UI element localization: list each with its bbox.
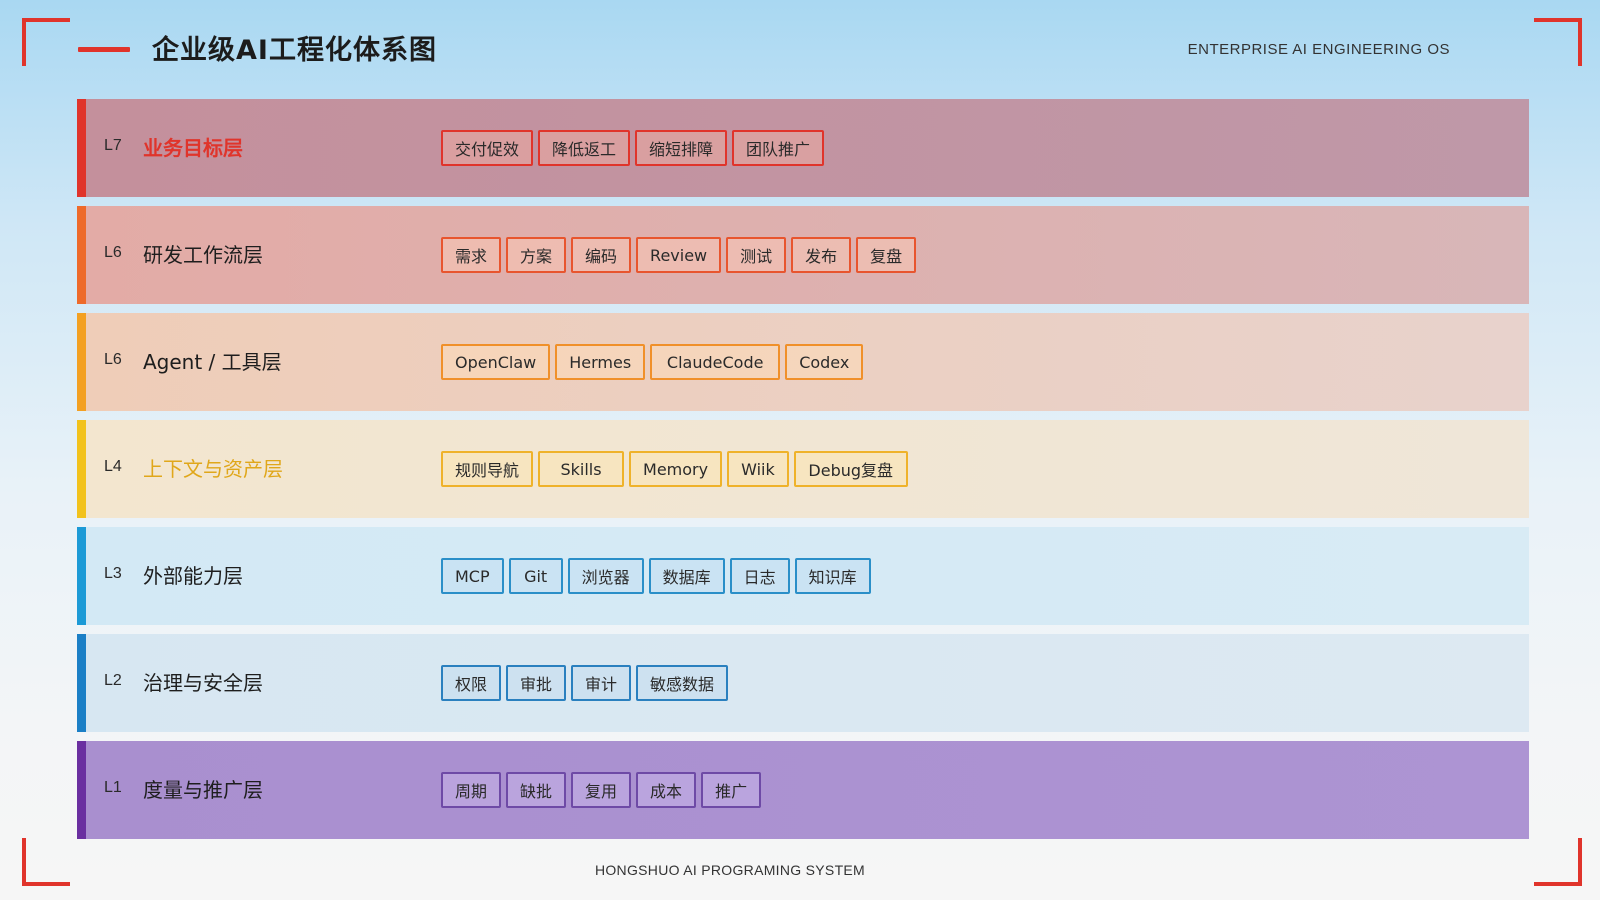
tag: 编码 [571,237,632,273]
tag: 发布 [791,237,852,273]
tag: Hermes [555,344,646,380]
layer-l4-context-assets: L4 上下文与资产层 规则导航 Skills Memory Wiik Debug… [77,420,1529,518]
corner-bracket-top-right [1534,18,1582,66]
tag: Debug复盘 [793,451,908,487]
tag: 缺批 [506,772,567,808]
layer-name: 治理与安全层 [143,671,263,695]
layer-name: 上下文与资产层 [143,457,283,481]
tag: 团队推广 [732,130,825,166]
tag: 审计 [571,665,632,701]
layer-tags: 权限 审批 审计 敏感数据 [441,665,729,701]
layer-level: L3 [104,565,122,582]
tag: 方案 [506,237,567,273]
layer-tags: OpenClaw Hermes ClaudeCode Codex [441,344,864,380]
layer-level: L1 [104,779,122,796]
layer-l2-governance-security: L2 治理与安全层 权限 审批 审计 敏感数据 [77,634,1529,732]
tag: 缩短排障 [635,130,728,166]
layer-tags: 规则导航 Skills Memory Wiik Debug复盘 [441,451,908,487]
tag: Review [636,237,722,273]
layer-tags: 交付促效 降低返工 缩短排障 团队推广 [441,130,825,166]
layer-l3-external-capabilities: L3 外部能力层 MCP Git 浏览器 数据库 日志 知识库 [77,527,1529,625]
tag: 复盘 [856,237,917,273]
tag: 浏览器 [567,558,644,594]
tag: OpenClaw [441,344,551,380]
tag: 复用 [571,772,632,808]
page-footer: HONGSHUO AI PROGRAMING SYSTEM [594,862,866,878]
tag: MCP [441,558,504,594]
layer-name: 度量与推广层 [143,778,263,802]
page-title: 企业级AI工程化体系图 [152,35,437,66]
layer-name: 外部能力层 [143,564,243,588]
layer-level: L6 [104,351,122,368]
layer-l6-workflow: L6 研发工作流层 需求 方案 编码 Review 测试 发布 复盘 [77,206,1529,304]
tag: 日志 [729,558,790,594]
tag: Memory [629,451,723,487]
tag: 规则导航 [441,451,534,487]
tag: Codex [785,344,864,380]
tag: 测试 [726,237,787,273]
tag: 数据库 [648,558,725,594]
tag: 降低返工 [538,130,631,166]
title-accent-dash [78,47,130,52]
page-subtitle: ENTERPRISE AI ENGINEERING OS [1187,41,1450,58]
corner-bracket-top-left [22,18,70,66]
layer-name: 研发工作流层 [143,243,263,267]
layer-level: L6 [104,244,122,261]
layer-stack: L7 业务目标层 交付促效 降低返工 缩短排障 团队推广 L6 研发工作流层 需… [77,99,1529,839]
tag: 知识库 [794,558,871,594]
tag: 推广 [701,772,762,808]
layer-level: L2 [104,672,122,689]
layer-level: L7 [104,137,122,154]
layer-tags: 周期 缺批 复用 成本 推广 [441,772,762,808]
corner-bracket-bottom-right [1534,838,1582,886]
layer-name: Agent / 工具层 [143,350,282,374]
layer-l1-metrics-promotion: L1 度量与推广层 周期 缺批 复用 成本 推广 [77,741,1529,839]
layer-name: 业务目标层 [143,136,243,160]
layer-l6-agent-tools: L6 Agent / 工具层 OpenClaw Hermes ClaudeCod… [77,313,1529,411]
tag: 权限 [441,665,502,701]
tag: 交付促效 [441,130,534,166]
tag: ClaudeCode [650,344,781,380]
layer-tags: MCP Git 浏览器 数据库 日志 知识库 [441,558,871,594]
layer-level: L4 [104,458,122,475]
tag: Skills [538,451,625,487]
tag: Git [508,558,563,594]
tag: 成本 [636,772,697,808]
tag: Wiik [727,451,789,487]
tag: 敏感数据 [636,665,729,701]
tag: 周期 [441,772,502,808]
tag: 需求 [441,237,502,273]
layer-tags: 需求 方案 编码 Review 测试 发布 复盘 [441,237,917,273]
tag: 审批 [506,665,567,701]
layer-l7: L7 业务目标层 交付促效 降低返工 缩短排障 团队推广 [77,99,1529,197]
